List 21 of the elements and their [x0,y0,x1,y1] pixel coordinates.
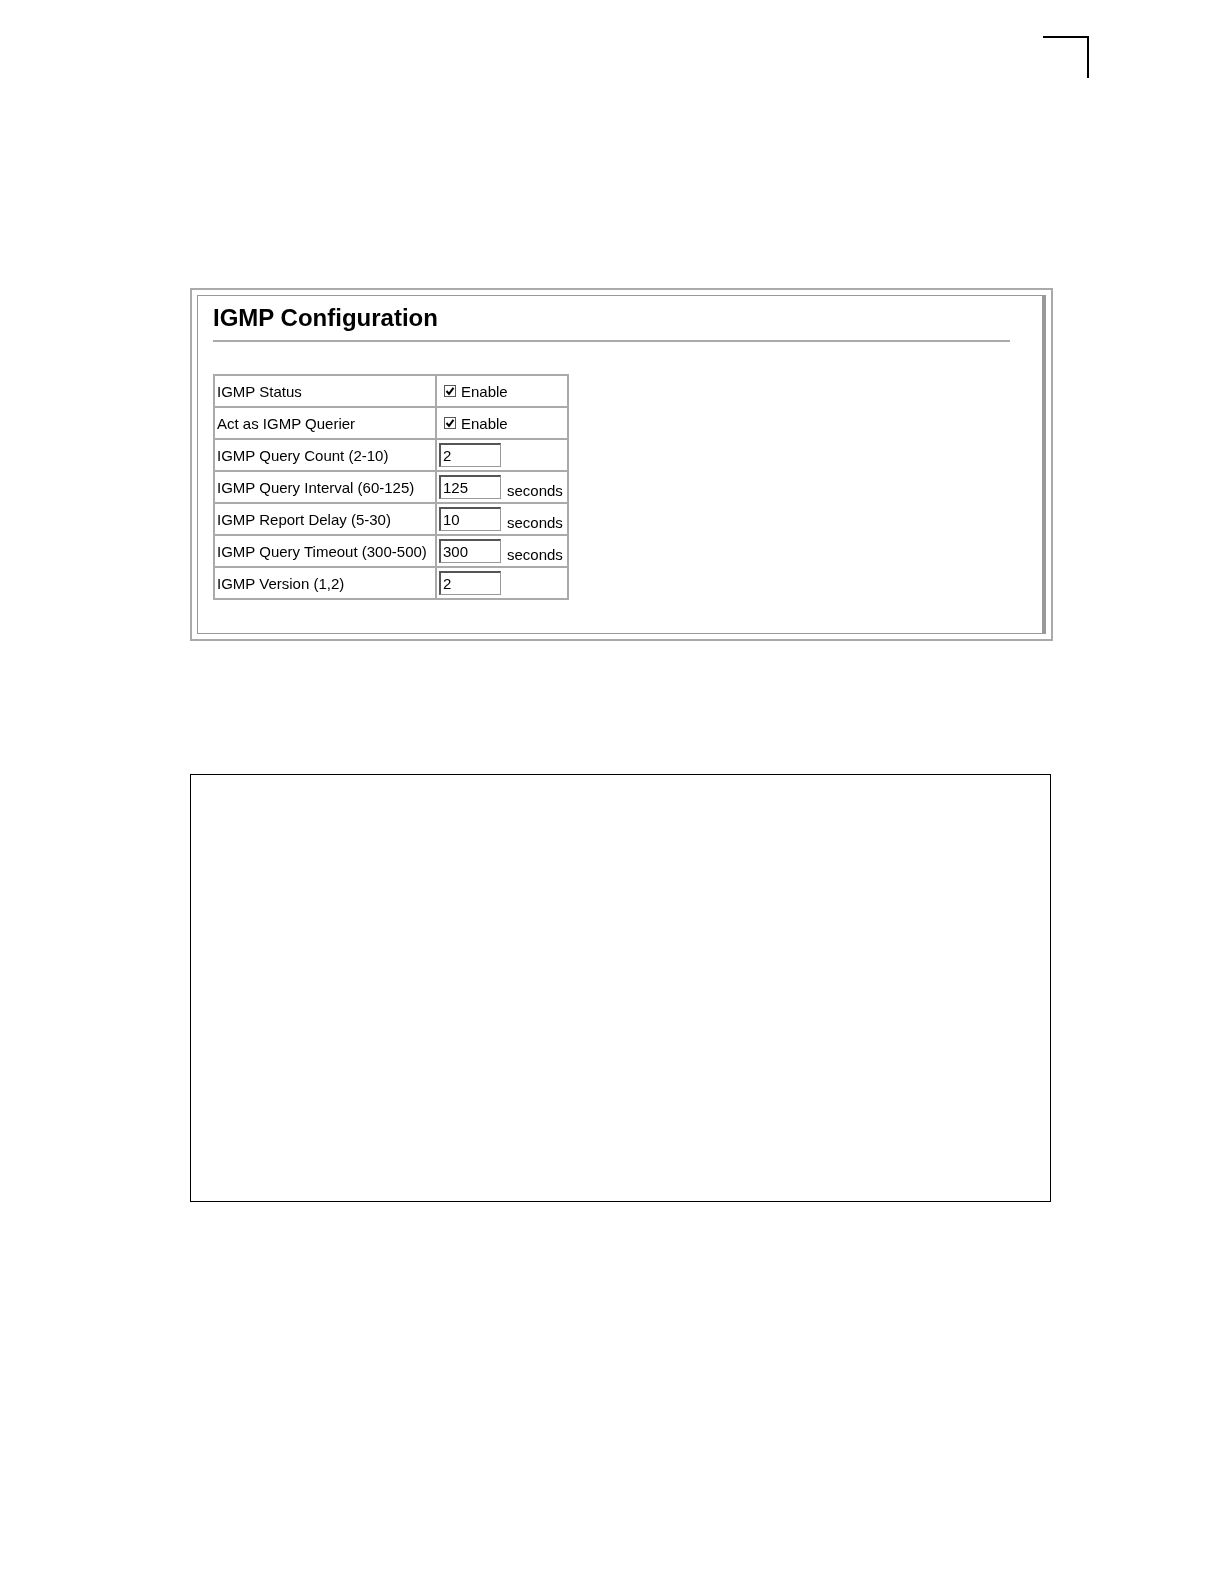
unit-label: seconds [507,546,563,563]
field-label: Act as IGMP Querier [214,407,436,439]
unit-label: seconds [507,514,563,531]
field-label: IGMP Query Count (2-10) [214,439,436,471]
value-field[interactable]: 2 [439,571,501,595]
checkbox-label: Enable [461,382,508,400]
unit-label: seconds [507,482,563,499]
panel-title: IGMP Configuration [213,304,1010,342]
checkbox-label: Enable [461,414,508,432]
value-field[interactable]: 2 [439,443,501,467]
field-label: IGMP Version (1,2) [214,567,436,599]
crop-mark [1043,36,1089,78]
value-field[interactable]: 10 [439,507,501,531]
value-field[interactable]: 125 [439,475,501,499]
value-field[interactable]: 300 [439,539,501,563]
field-label: IGMP Query Interval (60-125) [214,471,436,503]
field-label: IGMP Report Delay (5-30) [214,503,436,535]
enable-checkbox[interactable] [444,385,456,397]
enable-checkbox[interactable] [444,417,456,429]
field-label: IGMP Query Timeout (300-500) [214,535,436,567]
field-label: IGMP Status [214,375,436,407]
